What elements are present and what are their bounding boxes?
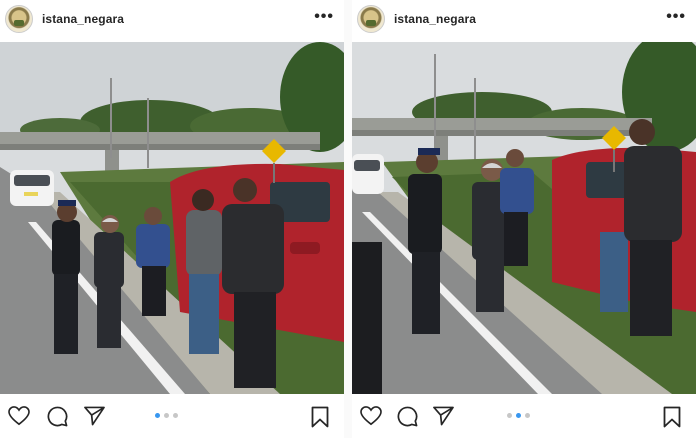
username-link[interactable]: istana_negara — [42, 12, 124, 26]
carousel-indicator — [155, 413, 178, 418]
person-grey-shirt — [186, 189, 222, 354]
carousel-dot — [164, 413, 169, 418]
carousel-dot-active — [155, 413, 160, 418]
bookmark-icon[interactable] — [311, 406, 329, 428]
post-photo[interactable] — [352, 42, 696, 394]
send-icon[interactable] — [433, 406, 454, 426]
person-suit — [94, 215, 124, 348]
post-actions — [0, 398, 344, 438]
username-link[interactable]: istana_negara — [394, 12, 476, 26]
post-actions — [352, 398, 696, 438]
carousel-dot-active — [516, 413, 521, 418]
carousel-dot — [525, 413, 530, 418]
more-options-icon[interactable]: ••• — [666, 9, 686, 25]
send-icon[interactable] — [84, 406, 105, 426]
heart-icon[interactable] — [360, 406, 382, 426]
photo-scene — [352, 42, 696, 394]
comment-icon[interactable] — [397, 406, 418, 427]
post-header: istana_negara ••• — [0, 0, 344, 38]
profile-avatar[interactable] — [5, 5, 33, 33]
bookmark-icon[interactable] — [663, 406, 681, 428]
person-denim — [600, 232, 628, 312]
post-divider — [344, 0, 352, 438]
carousel-dot — [173, 413, 178, 418]
heart-icon[interactable] — [8, 406, 30, 426]
instagram-post-right: istana_negara ••• — [352, 0, 696, 438]
more-options-icon[interactable]: ••• — [314, 9, 334, 25]
photo-scene — [0, 42, 344, 394]
carousel-indicator — [507, 413, 530, 418]
person-officer — [408, 148, 442, 334]
carousel-dot — [507, 413, 512, 418]
person-officer — [52, 200, 80, 354]
post-header: istana_negara ••• — [352, 0, 696, 38]
profile-avatar[interactable] — [357, 5, 385, 33]
post-photo[interactable] — [0, 42, 344, 394]
instagram-post-left: istana_negara ••• — [0, 0, 344, 438]
comment-icon[interactable] — [47, 406, 68, 427]
